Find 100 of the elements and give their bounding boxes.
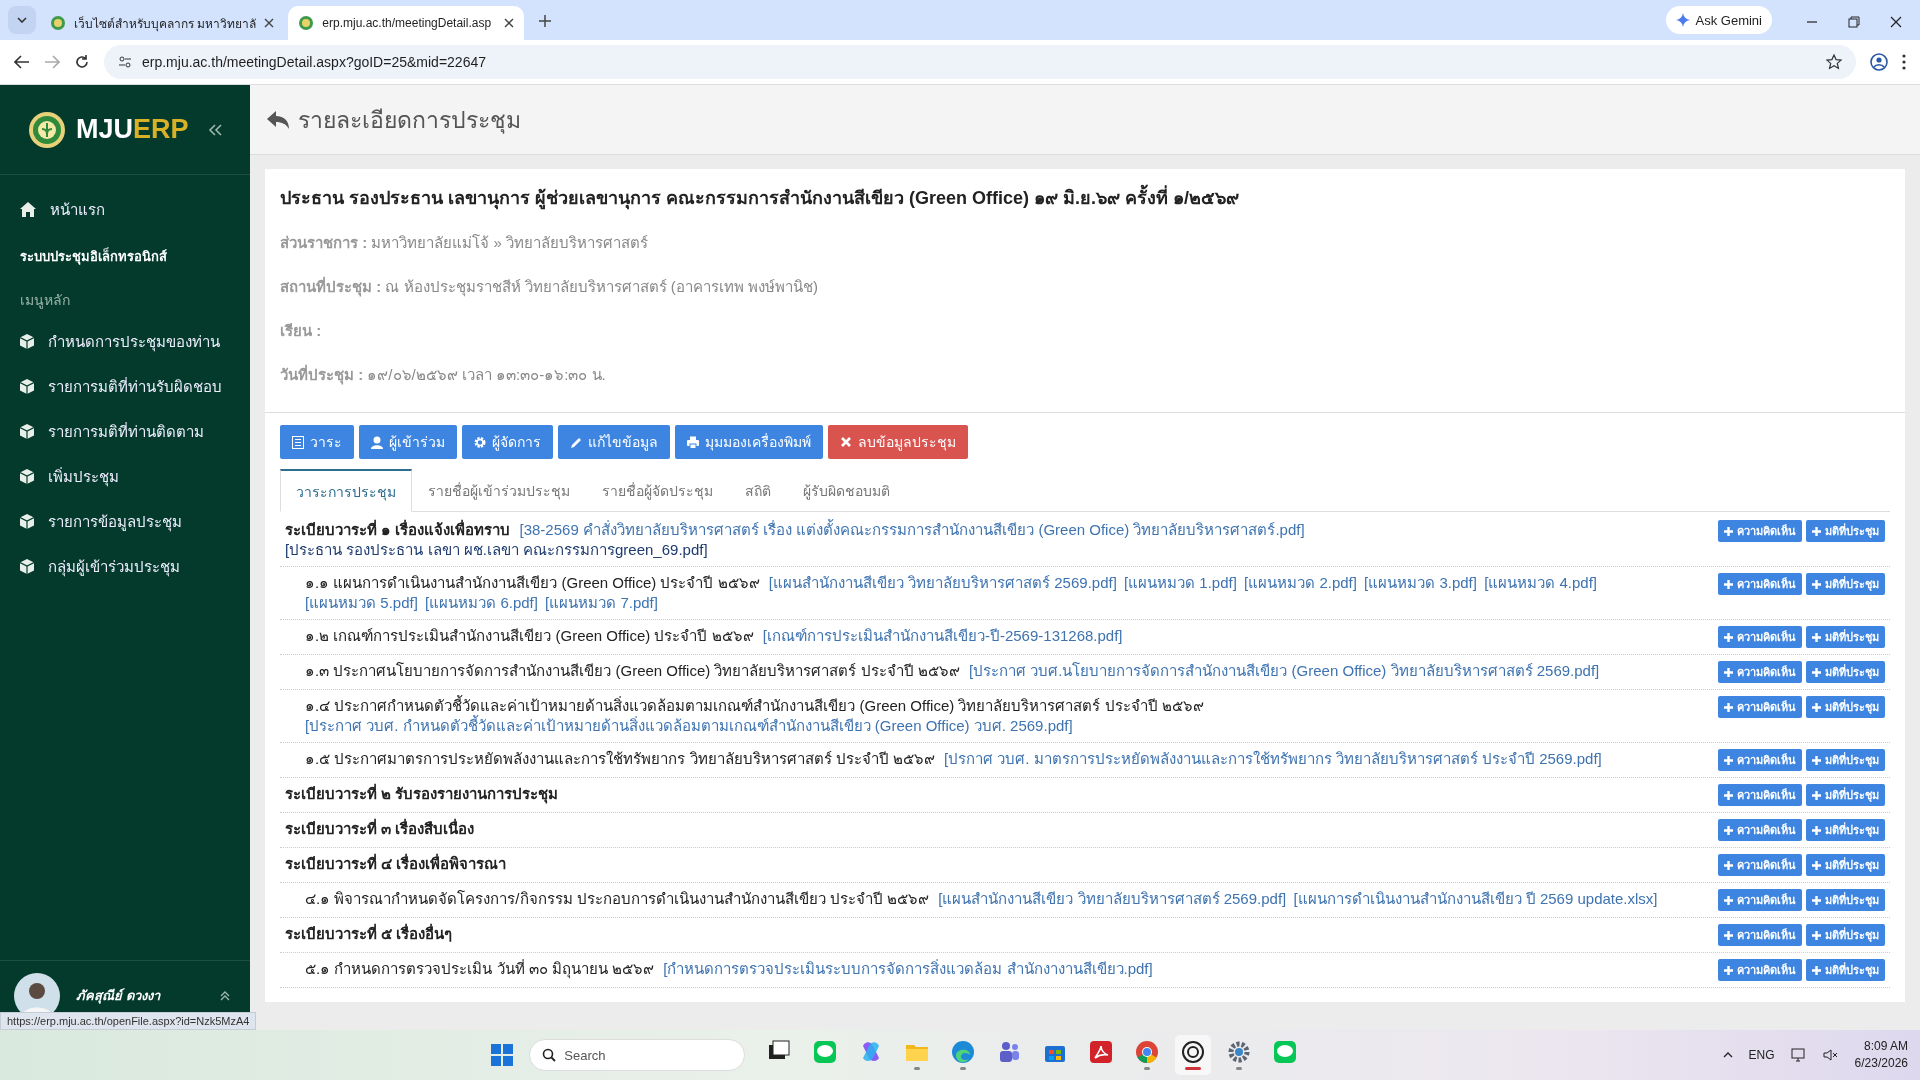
menu-item[interactable]: กลุ่มผู้เข้าร่วมประชุม [0, 544, 250, 589]
file-link[interactable]: [แผนหมวด 3.pdf] [1364, 573, 1477, 593]
expand-icon[interactable] [220, 990, 230, 1001]
add-button[interactable]: ความคิดเห็น [1718, 573, 1802, 595]
add-button[interactable]: ความคิดเห็น [1718, 749, 1802, 771]
action-button[interactable]: ลบข้อมูลประชุม [828, 425, 968, 459]
search-field[interactable]: Search [529, 1039, 746, 1071]
add-button[interactable]: ความคิดเห็น [1718, 924, 1802, 946]
plus-icon [1812, 702, 1821, 712]
add-button[interactable]: มติที่ประชุม [1806, 661, 1885, 683]
file-link[interactable]: [แผนหมวด 2.pdf] [1244, 573, 1357, 593]
file-link[interactable]: [แผนหมวด 7.pdf] [545, 593, 658, 613]
plus-icon [1812, 860, 1821, 870]
action-button[interactable]: ผู้เข้าร่วม [359, 425, 457, 459]
action-button[interactable]: ผู้จัดการ [462, 425, 553, 459]
tab-list-button[interactable] [8, 6, 36, 34]
add-button[interactable]: มติที่ประชุม [1806, 749, 1885, 771]
detail-field: ส่วนราชการ : มหาวิทยาลัยแม่โจ้ » วิทยาลัยบริหารศาสตร์ [280, 222, 1890, 266]
taskbar-app[interactable] [1175, 1035, 1212, 1075]
add-button[interactable]: มติที่ประชุม [1806, 959, 1885, 981]
add-button[interactable]: ความคิดเห็น [1718, 661, 1802, 683]
close-icon[interactable] [504, 18, 515, 28]
back-arrow-icon[interactable] [266, 109, 290, 130]
network-icon[interactable] [1790, 1048, 1807, 1062]
file-link[interactable]: [แผนหมวด 6.pdf] [425, 593, 538, 613]
file-link[interactable]: [ปรกาศ วบศ. มาตรการประหยัดพลังงานและการใช้ทรัพยากร วิทยาลัยบริหารศาสตร์ ประจำปี 2569.pdf] [944, 749, 1602, 769]
add-button[interactable]: ความคิดเห็น [1718, 854, 1802, 876]
menu-heading: เมนูหลัก [19, 291, 71, 311]
browser-tab[interactable]: เว็บไซต์สำหรับบุคลากร มหาวิทยาลั [40, 6, 285, 40]
add-button[interactable]: มติที่ประชุม [1806, 819, 1885, 841]
file-link[interactable]: [38-2569 คำสั่งวิทยาลัยบริหารศาสตร์ เรื่อง แต่งตั้งคณะกรรมการสำนักงานสีเขียว (Green Ofice) วิทยาลัยบริหารศาสตร์.pdf] [519, 520, 1305, 540]
file-link[interactable]: [เกณฑ์การประเมินสำนักงานสีเขียว-ปี-2569-131268.pdf] [762, 626, 1123, 646]
file-link[interactable]: [แผนสำนักงานสีเขียว วิทยาลัยบริหารศาสตร์ 2569.pdf] [938, 889, 1287, 909]
file-link[interactable]: [ประกาศ วบศ. กำหนดตัวชี้วัดและค่าเป้าหมายด้านสิ่งแวดล้อมตามเกณฑ์สำนักงานสีเขียว (Green Office) วบศ. 2569.pdf] [305, 716, 1073, 736]
add-button[interactable]: มติที่ประชุม [1806, 626, 1885, 648]
plus-icon [1812, 579, 1821, 589]
add-button[interactable]: ความคิดเห็น [1718, 696, 1802, 718]
menu-item[interactable]: รายการมติที่ท่านรับผิดชอบ [0, 364, 250, 409]
address-bar[interactable]: erp.mju.ac.th/meetingDetail.aspx?goID=25&mid=22647 [104, 45, 1856, 79]
file-link[interactable]: [แผนสำนักงานสีเขียว วิทยาลัยบริหารศาสตร์ 2569.pdf] [768, 573, 1117, 593]
tab[interactable]: สถิติ [729, 469, 787, 512]
add-button[interactable]: มติที่ประชุม [1806, 924, 1885, 946]
add-button[interactable]: ความคิดเห็น [1718, 819, 1802, 841]
gemini-button[interactable]: Ask Gemini [1665, 6, 1772, 34]
mute-icon[interactable] [1822, 1048, 1839, 1062]
file-link[interactable]: [แผนหมวด 1.pdf] [1124, 573, 1237, 593]
browser-tab[interactable]: erp.mju.ac.th/meetingDetail.asp [288, 6, 525, 40]
back-icon[interactable] [14, 55, 30, 69]
add-button[interactable]: ความคิดเห็น [1718, 784, 1802, 806]
menu-item[interactable]: รายการข้อมูลประชุม [0, 499, 250, 544]
menu-item[interactable]: รายการมติที่ท่านติดตาม [0, 409, 250, 454]
add-button[interactable]: ความคิดเห็น [1718, 520, 1802, 542]
add-button[interactable]: ความคิดเห็น [1718, 959, 1802, 981]
user-name: ภัคสุณีย์ ดวงงา [76, 987, 162, 1006]
reload-icon[interactable] [74, 54, 90, 70]
tab[interactable]: รายชื่อผู้เข้าร่วมประชุม [412, 469, 586, 512]
profile-icon[interactable] [1870, 53, 1888, 71]
collapse-icon[interactable] [208, 123, 222, 136]
cube-icon [20, 334, 34, 349]
clock-time[interactable]: 8:09 AM [1863, 1038, 1908, 1055]
menu-item[interactable]: กำหนดการประชุมของท่าน [0, 319, 250, 364]
file-link[interactable]: [ประธาน รองประธาน เลขา ผช.เลขา คณะกรรมการgreen_69.pdf] [285, 540, 708, 560]
action-button[interactable]: แก้ไขข้อมูล [558, 425, 670, 459]
file-link[interactable]: [แผนการดำเนินงานสำนักงานสีเขียว ปี 2569 update.xlsx] [1293, 889, 1658, 909]
list-icon [292, 435, 304, 449]
plus-icon [1724, 702, 1733, 712]
close-icon[interactable] [1890, 16, 1902, 28]
add-button[interactable]: ความคิดเห็น [1718, 889, 1802, 911]
add-button[interactable]: มติที่ประชุม [1806, 573, 1885, 595]
clock-date[interactable]: 6/23/2026 [1854, 1055, 1908, 1072]
home-link[interactable]: หน้าแรก [0, 187, 250, 232]
add-button[interactable]: ความคิดเห็น [1718, 626, 1802, 648]
menu-item[interactable]: เพิ่มประชุม [0, 454, 250, 499]
plus-icon [1724, 825, 1733, 835]
file-link[interactable]: [ประกาศ วบศ.นโยบายการจัดการสำนักงานสีเขียว (Green Office) วิทยาลัยบริหารศาสตร์ 2569.pdf] [968, 661, 1600, 681]
plus-icon [1724, 965, 1733, 975]
file-link[interactable]: [แผนหมวด 4.pdf] [1484, 573, 1597, 593]
page-title: รายละเอียดการประชุม [298, 105, 521, 136]
add-button[interactable]: มติที่ประชุม [1806, 696, 1885, 718]
add-button[interactable]: มติที่ประชุม [1806, 854, 1885, 876]
add-button[interactable]: มติที่ประชุม [1806, 889, 1885, 911]
agenda-item-text: ๑.๔ ประกาศกำหนดตัวชี้วัดและค่าเป้าหมายด้านสิ่งแวดล้อมตามเกณฑ์สำนักงานสีเขียว (Green Office) วิทยาลัยบริหารศาสตร์ ประจำปี ๒๕๖๙ [305, 697, 1204, 714]
plus-icon [1724, 667, 1733, 677]
tab[interactable]: วาระการประชุม [280, 469, 412, 512]
action-button[interactable]: วาระ [280, 425, 354, 459]
chevron-up-icon[interactable] [1722, 1052, 1733, 1058]
restore-icon[interactable] [1848, 16, 1860, 28]
add-button[interactable]: มติที่ประชุม [1806, 520, 1885, 542]
action-button[interactable]: มุมมองเครื่องพิมพ์ [675, 425, 823, 459]
plus-icon[interactable] [538, 14, 553, 28]
file-link[interactable]: [แผนหมวด 5.pdf] [305, 593, 418, 613]
menu-icon[interactable] [1902, 54, 1906, 70]
windows-icon[interactable] [491, 1044, 514, 1066]
tab[interactable]: ผู้รับผิดชอบมติ [787, 469, 906, 512]
close-icon[interactable] [264, 18, 275, 28]
file-link[interactable]: [กำหนดการตรวจประเมินระบบการจัดการสิ่งแวดล้อม สำนักงางานสีเขียว.pdf] [663, 959, 1153, 979]
section-label: ระบบประชุมอิเล็กทรอนิกส์ [19, 246, 168, 267]
add-button[interactable]: มติที่ประชุม [1806, 784, 1885, 806]
language-indicator[interactable]: ENG [1748, 1048, 1775, 1062]
tab[interactable]: รายชื่อผู้จัดประชุม [586, 469, 729, 512]
